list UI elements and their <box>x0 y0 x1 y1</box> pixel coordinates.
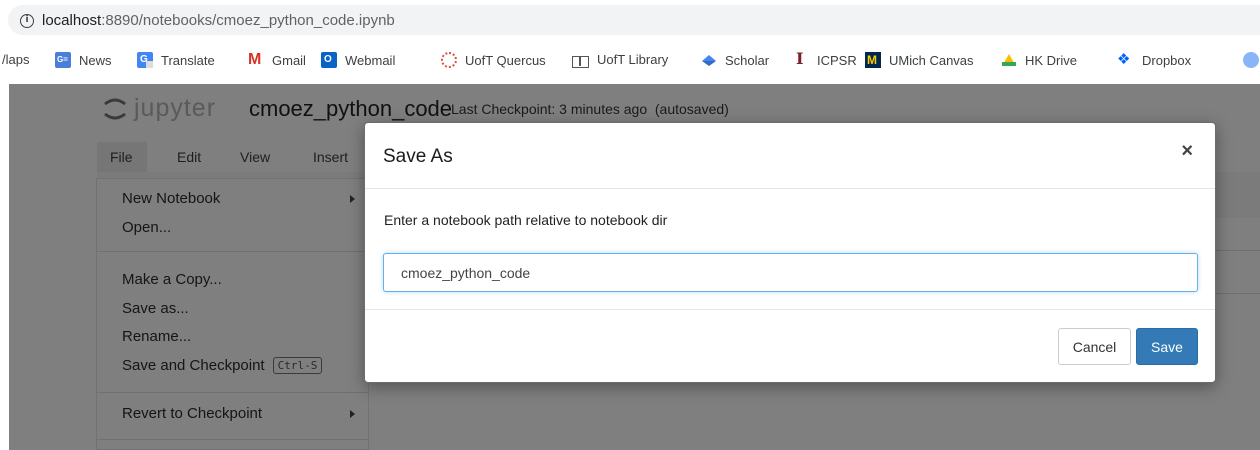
menu-item-open[interactable]: Open... <box>122 219 171 236</box>
menu-item-save-as[interactable]: Save as... <box>122 300 189 317</box>
jupyter-logo-text: jupyter <box>134 94 217 122</box>
bookmark-label: News <box>79 52 112 68</box>
save-button[interactable]: Save <box>1136 328 1198 365</box>
menu-item-save-checkpoint-label: Save and Checkpoint <box>122 357 265 374</box>
menu-item-new-notebook[interactable]: New Notebook <box>122 190 220 207</box>
menu-edit[interactable]: Edit <box>177 149 201 165</box>
menu-item-save-checkpoint[interactable]: Save and Checkpoint Ctrl-S <box>122 357 323 374</box>
url-text[interactable]: localhost:8890/notebooks/cmoez_python_co… <box>42 12 395 29</box>
menu-divider <box>97 439 368 440</box>
bookmark-maps[interactable]: /laps <box>2 52 29 67</box>
bookmark-label: Translate <box>161 52 215 68</box>
bookmark-umich[interactable]: M UMich Canvas <box>865 52 974 68</box>
bookmark-label: Webmail <box>345 52 396 68</box>
url-field[interactable]: i localhost:8890/notebooks/cmoez_python_… <box>8 5 1260 35</box>
menu-divider <box>97 251 368 252</box>
dialog-prompt: Enter a notebook path relative to notebo… <box>384 212 668 228</box>
gmail-icon: M <box>248 51 262 68</box>
keyboard-shortcut: Ctrl-S <box>272 357 323 374</box>
dialog-footer-divider <box>365 309 1215 310</box>
menu-file[interactable]: File <box>110 149 133 165</box>
menu-divider <box>97 392 368 393</box>
code-cell-edge[interactable] <box>1215 250 1260 294</box>
menu-view[interactable]: View <box>240 149 270 165</box>
google-translate-icon: G <box>137 52 153 68</box>
save-as-dialog: Save As × Enter a notebook path relative… <box>364 122 1216 383</box>
notebook-name[interactable]: cmoez_python_code <box>249 96 452 122</box>
info-icon[interactable]: i <box>20 14 34 28</box>
bookmarks-bar: /laps G= News G Translate M Gmail O Webm… <box>0 43 1260 79</box>
google-news-icon: G= <box>55 52 71 68</box>
bookmark-label: HK Drive <box>1025 52 1078 68</box>
bookmark-hk-drive[interactable]: HK Drive <box>1001 52 1077 68</box>
scholar-icon <box>701 52 717 68</box>
jupyter-logo[interactable]: jupyter <box>102 94 216 123</box>
url-path: :8890/notebooks/cmoez_python_code.ipynb <box>101 12 395 29</box>
bookmark-label: UofT Library <box>597 52 669 67</box>
checkpoint-status: Last Checkpoint: 3 minutes ago (autosave… <box>451 101 729 117</box>
menu-insert[interactable]: Insert <box>313 149 348 165</box>
file-dropdown-menu: New Notebook Open... Make a Copy... Save… <box>96 178 369 450</box>
menu-item-revert-checkpoint[interactable]: Revert to Checkpoint <box>122 405 262 422</box>
bookmark-dropbox[interactable]: ❖ Dropbox <box>1117 50 1192 68</box>
bookmark-library[interactable]: UofT Library <box>572 52 669 68</box>
bookmark-label: UMich Canvas <box>889 52 974 68</box>
book-icon <box>572 55 589 68</box>
bookmark-label: Dropbox <box>1142 52 1192 68</box>
google-drive-icon <box>1001 52 1017 68</box>
overflow-bookmark-icon <box>1243 52 1259 68</box>
dialog-header-divider <box>365 188 1215 189</box>
quercus-icon <box>441 52 457 68</box>
outlook-icon: O <box>321 52 337 68</box>
bookmark-translate[interactable]: G Translate <box>137 52 215 68</box>
bookmark-overflow[interactable] <box>1243 52 1260 68</box>
cancel-button[interactable]: Cancel <box>1058 328 1131 365</box>
dropbox-icon: ❖ <box>1117 50 1131 68</box>
submenu-caret-icon <box>350 195 355 203</box>
close-icon[interactable]: × <box>1181 140 1193 163</box>
url-host: localhost <box>42 12 102 29</box>
menu-item-rename[interactable]: Rename... <box>122 328 191 345</box>
dialog-title: Save As <box>383 146 453 167</box>
bookmark-label: ICPSR <box>817 52 857 68</box>
bookmark-label: Gmail <box>272 52 306 68</box>
address-bar: i localhost:8890/notebooks/cmoez_python_… <box>0 0 1260 40</box>
jupyter-logo-icon <box>104 98 126 119</box>
bookmark-label: Scholar <box>725 52 770 68</box>
submenu-caret-icon <box>350 410 355 418</box>
bookmark-gmail[interactable]: M Gmail <box>248 52 306 68</box>
bookmark-label: UofT Quercus <box>465 52 546 68</box>
bookmark-news[interactable]: G= News <box>55 52 112 68</box>
notebook-path-input[interactable] <box>383 253 1198 292</box>
bookmark-quercus[interactable]: UofT Quercus <box>441 52 546 68</box>
bookmark-icpsr[interactable]: I ICPSR <box>793 49 857 68</box>
bookmark-label: /laps <box>2 52 30 67</box>
bookmark-webmail[interactable]: O Webmail <box>321 52 395 68</box>
icpsr-icon: I <box>796 49 804 68</box>
bookmark-scholar[interactable]: Scholar <box>701 52 769 68</box>
umich-icon: M <box>865 52 881 68</box>
menu-item-make-copy[interactable]: Make a Copy... <box>122 271 222 288</box>
